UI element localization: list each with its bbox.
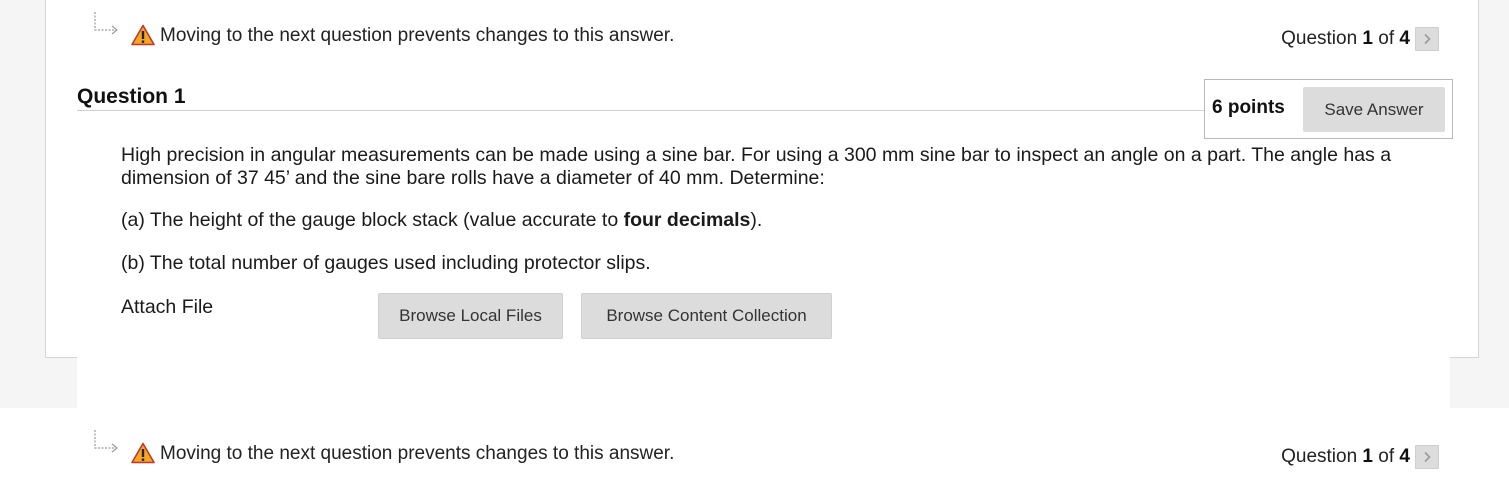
question-counter-of: of [1378,446,1395,467]
part-a-prefix: (a) The height of the gauge block stack … [121,209,624,231]
browse-local-files-button[interactable]: Browse Local Files [378,293,563,339]
question-part-a: (a) The height of the gauge block stack … [121,209,762,232]
warning-icon [131,24,155,46]
question-counter-prefix: Question [1281,28,1358,49]
next-question-button[interactable] [1415,445,1439,469]
question-counter-current: 1 [1362,446,1373,467]
browse-content-collection-button[interactable]: Browse Content Collection [581,293,832,339]
warning-message: Moving to the next question prevents cha… [160,443,675,464]
question-counter-total: 4 [1399,446,1410,467]
question-counter: Question 1 of 4 [1281,27,1410,51]
return-arrow-icon [94,430,118,453]
return-arrow-icon [94,12,118,35]
points-value: 6 points [1212,97,1285,118]
chevron-right-icon [1424,33,1431,45]
chevron-right-icon [1424,451,1431,463]
top-navigation: Moving to the next question prevents cha… [0,12,1509,56]
save-answer-button[interactable]: Save Answer [1303,87,1445,132]
attach-file-label: Attach File [121,296,214,318]
question-text: High precision in angular measurements c… [121,144,1392,189]
question-title: Question 1 [77,85,186,108]
question-counter-current: 1 [1362,28,1373,49]
question-counter: Question 1 of 4 [1281,445,1410,469]
part-a-bold: four decimals [623,209,751,231]
warning-message: Moving to the next question prevents cha… [160,25,675,46]
question-counter-prefix: Question [1281,446,1358,467]
points-panel: 6 points Save Answer [1204,79,1453,139]
question-counter-total: 4 [1399,28,1410,49]
part-a-suffix: ). [750,209,763,231]
question-part-b: (b) The total number of gauges used incl… [121,252,651,274]
question-card-extension [77,356,1450,408]
next-question-button[interactable] [1415,27,1439,51]
bottom-navigation: Moving to the next question prevents cha… [0,430,1509,474]
question-divider [77,110,1205,111]
question-counter-of: of [1378,28,1395,49]
warning-icon [131,442,155,464]
